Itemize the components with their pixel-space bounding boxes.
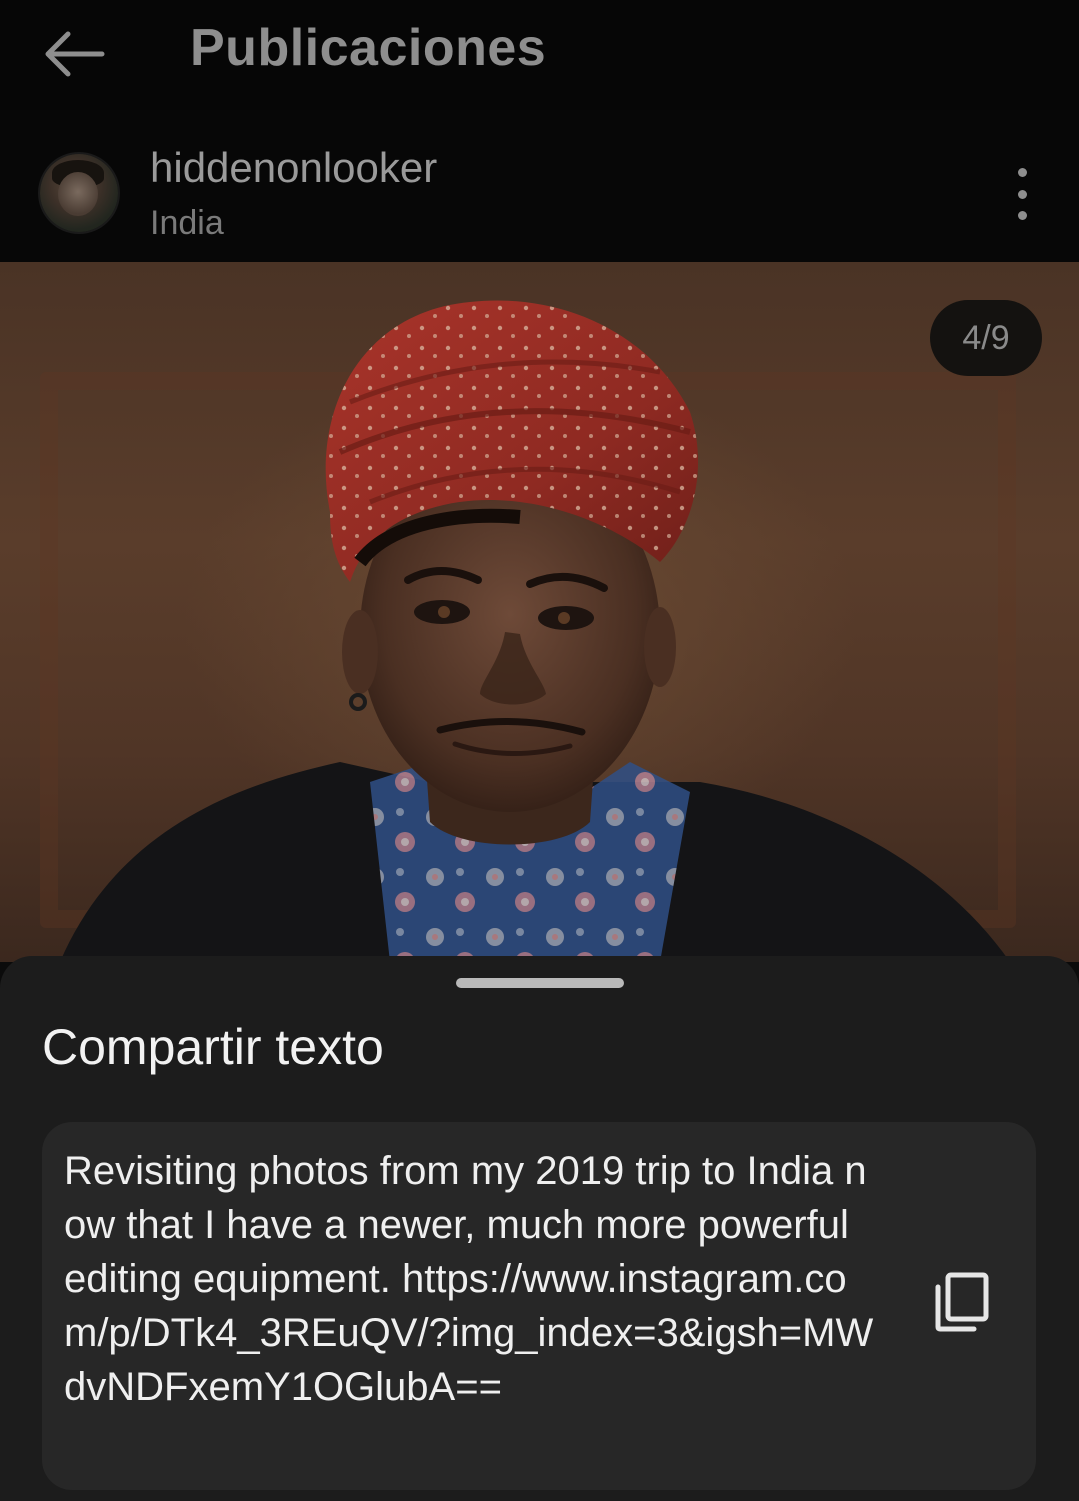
copy-icon <box>935 1272 989 1332</box>
more-options-button[interactable] <box>1000 168 1044 220</box>
post-photo[interactable] <box>0 262 1079 962</box>
back-button[interactable] <box>36 22 112 86</box>
sheet-title: Compartir texto <box>42 1019 384 1075</box>
media-counter-badge: 4/9 <box>930 300 1042 376</box>
share-text-card: Revisiting photos from my 2019 trip to I… <box>42 1122 1036 1490</box>
app-bar: Publicaciones <box>0 0 1079 110</box>
page-title: Publicaciones <box>190 19 547 77</box>
post-location[interactable]: India <box>150 204 224 243</box>
more-vertical-icon <box>1017 168 1027 177</box>
share-text-content[interactable]: Revisiting photos from my 2019 trip to I… <box>64 1144 874 1414</box>
avatar[interactable] <box>40 154 118 232</box>
screen: Publicaciones hiddenonlooker India 4/9 C… <box>0 0 1079 1501</box>
portrait-man-red-turban-photo <box>60 300 1010 962</box>
username[interactable]: hiddenonlooker <box>150 144 437 192</box>
share-text-sheet: Compartir texto Revisiting photos from m… <box>0 956 1079 1501</box>
sheet-drag-handle[interactable] <box>456 978 624 988</box>
arrow-left-icon <box>45 31 105 77</box>
copy-button[interactable] <box>922 1262 1002 1342</box>
